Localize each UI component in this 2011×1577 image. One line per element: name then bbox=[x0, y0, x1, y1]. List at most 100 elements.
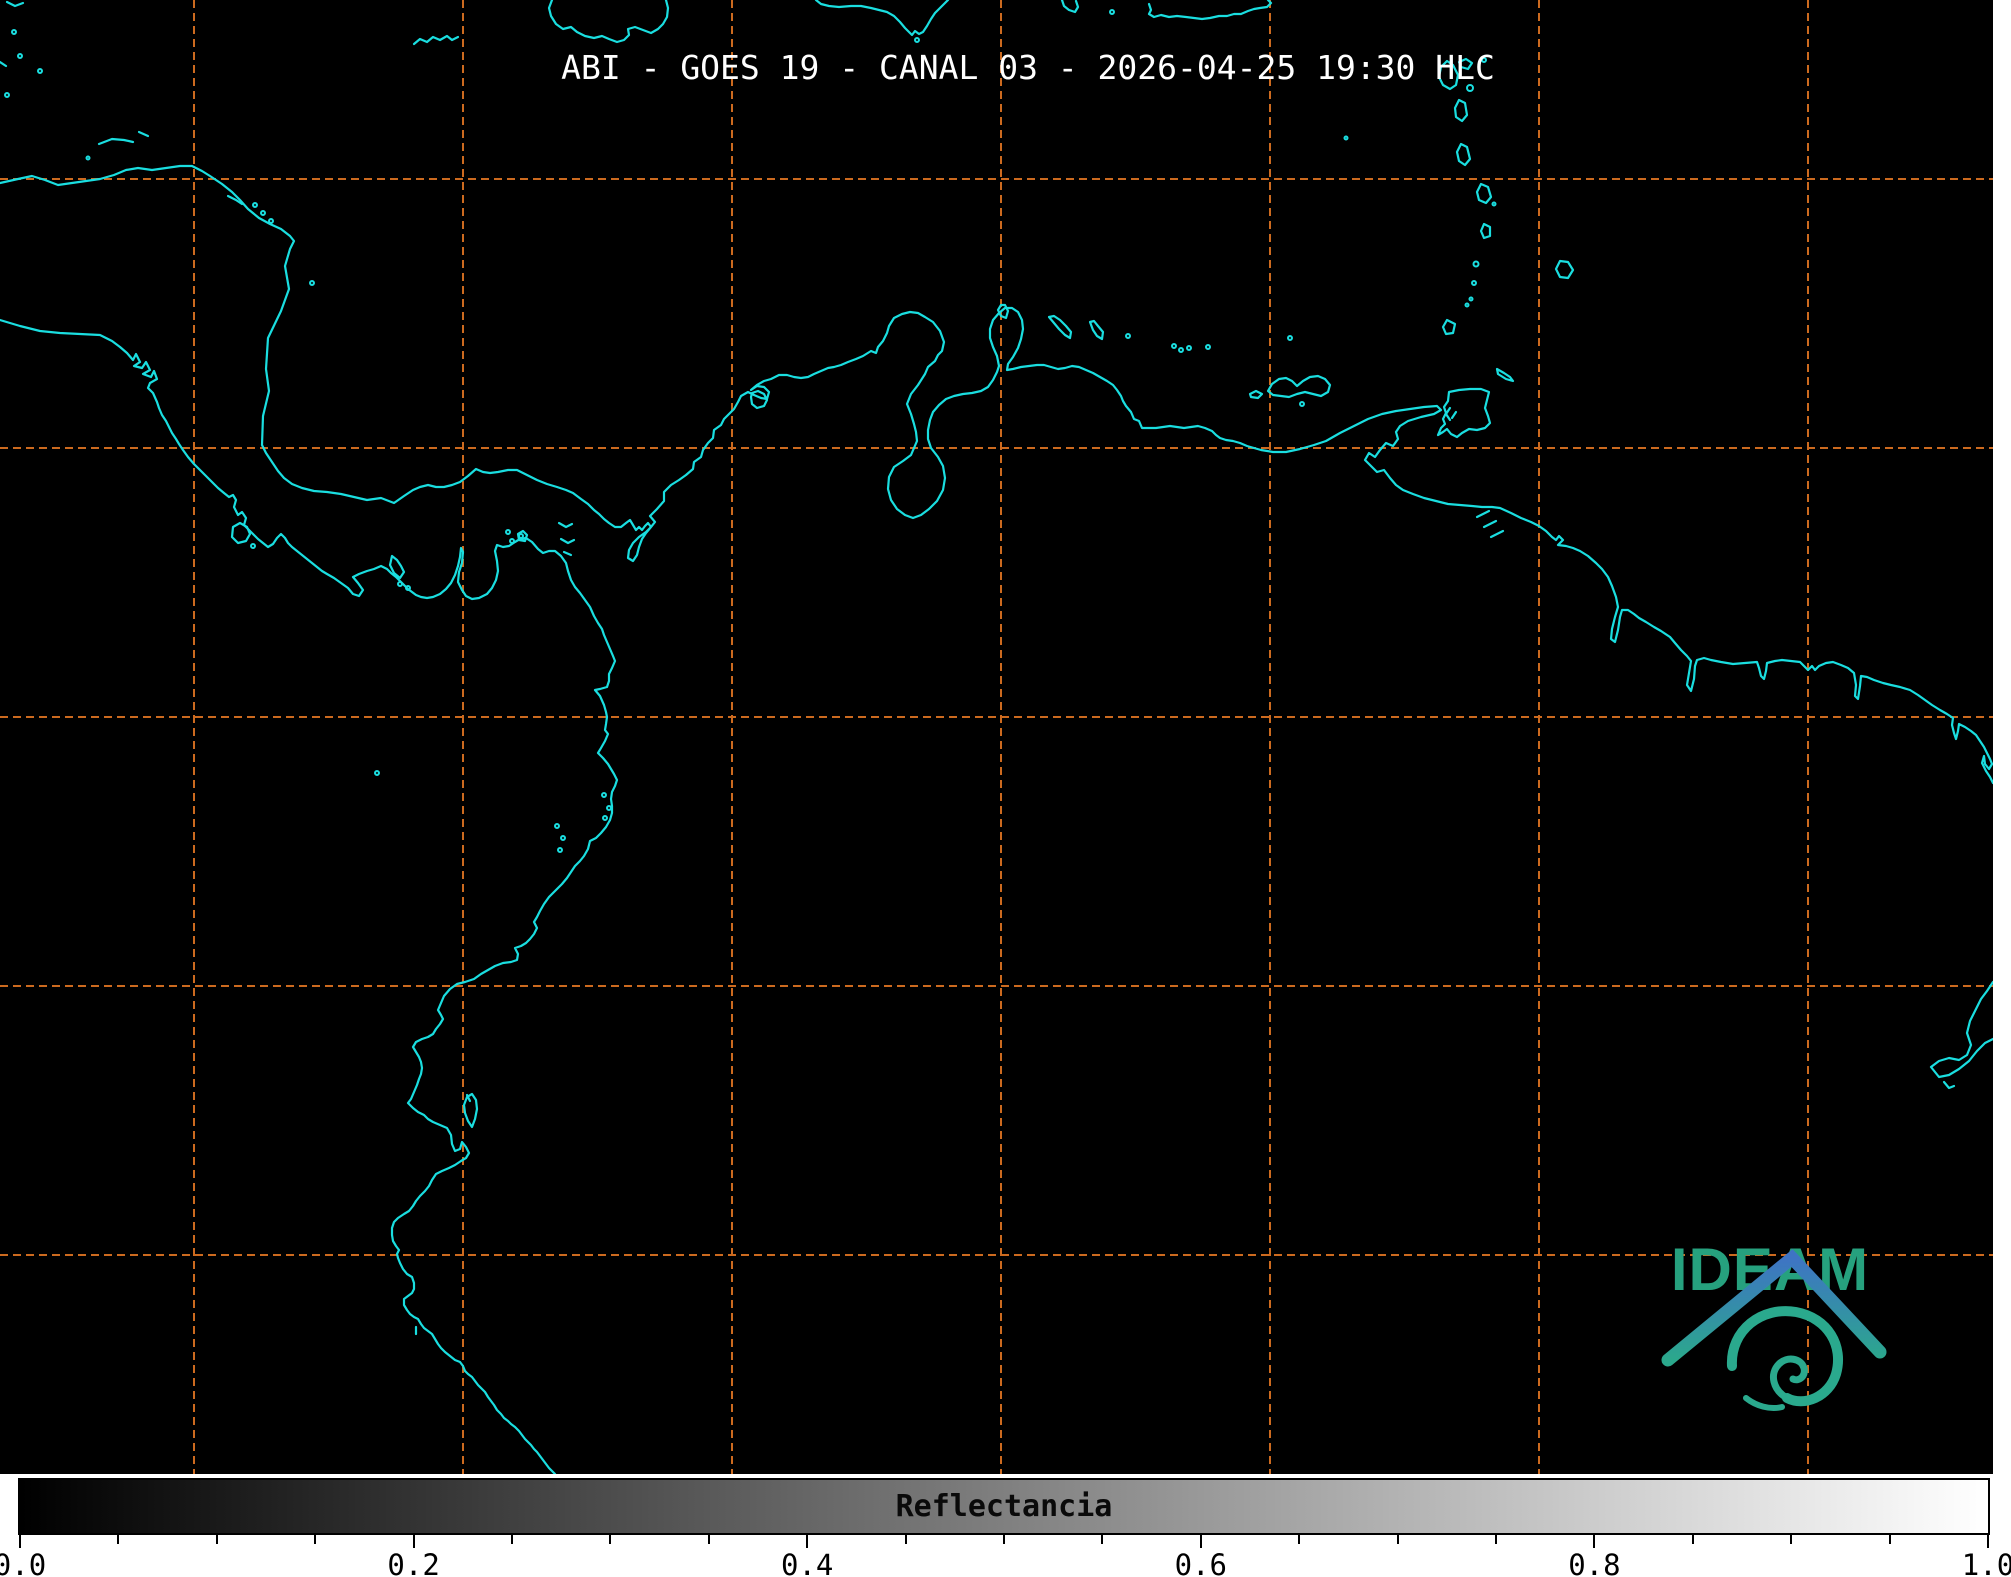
coastline bbox=[1457, 144, 1470, 165]
coastline bbox=[0, 62, 6, 66]
island-dot bbox=[510, 539, 514, 543]
coastline bbox=[1556, 261, 1573, 278]
island-dot bbox=[555, 824, 559, 828]
coastline bbox=[139, 132, 148, 136]
coastline bbox=[1491, 531, 1503, 537]
island-dot bbox=[87, 157, 90, 160]
hurricane-swirl-icon bbox=[1732, 1311, 1838, 1401]
coastline bbox=[1090, 321, 1103, 339]
island-dot bbox=[1493, 203, 1496, 206]
ideam-logo-graphic bbox=[1650, 1246, 1890, 1416]
colorbar-minor-tick bbox=[905, 1535, 907, 1544]
island-dot bbox=[269, 219, 273, 223]
coastline bbox=[99, 139, 133, 144]
island-dot bbox=[561, 836, 565, 840]
colorbar-tick-label: 0.2 bbox=[387, 1548, 439, 1577]
coastline bbox=[998, 305, 1008, 318]
island-dot bbox=[310, 281, 314, 285]
island-dot bbox=[375, 771, 379, 775]
colorbar-major-tick bbox=[1593, 1535, 1595, 1548]
island-dot bbox=[1470, 298, 1473, 301]
coastline bbox=[1455, 100, 1467, 121]
coastline bbox=[561, 539, 574, 543]
island-dot bbox=[1172, 344, 1176, 348]
island-dot bbox=[506, 530, 510, 534]
colorbar-minor-tick bbox=[1692, 1535, 1694, 1544]
island-dot bbox=[261, 211, 265, 215]
colorbar-major-tick bbox=[19, 1535, 21, 1548]
coastline bbox=[1268, 376, 1330, 397]
island-dot bbox=[607, 806, 611, 810]
colorbar-tick-label: 0.4 bbox=[781, 1548, 833, 1577]
colorbar-gradient: Reflectancia bbox=[18, 1478, 1990, 1535]
coastline bbox=[816, 0, 948, 35]
coastline bbox=[1443, 320, 1455, 334]
coastline bbox=[1446, 408, 1450, 420]
island-dot bbox=[1110, 10, 1114, 14]
colorbar-minor-tick bbox=[609, 1535, 611, 1544]
coastline bbox=[549, 0, 668, 42]
coastline bbox=[1944, 1082, 1954, 1088]
island-dot bbox=[251, 544, 255, 548]
colorbar-tick-label: 0.6 bbox=[1175, 1548, 1227, 1577]
coastline bbox=[0, 320, 617, 1474]
ideam-logo: IDEAM bbox=[1650, 1246, 1890, 1476]
colorbar-major-tick bbox=[1987, 1535, 1989, 1548]
island-dot bbox=[398, 582, 402, 586]
island-dot bbox=[38, 69, 42, 73]
island-dot bbox=[12, 30, 16, 34]
coastline bbox=[1149, 0, 1271, 19]
colorbar-tick-label: 0.8 bbox=[1568, 1548, 1620, 1577]
colorbar-minor-tick bbox=[1790, 1535, 1792, 1544]
hurricane-swirl-inner-icon bbox=[1773, 1359, 1804, 1398]
coastline bbox=[1477, 184, 1491, 203]
colorbar-minor-tick bbox=[1397, 1535, 1399, 1544]
colorbar-major-tick bbox=[1200, 1535, 1202, 1548]
satellite-map: ABI - GOES 19 - CANAL 03 - 2026-04-25 19… bbox=[0, 0, 1993, 1474]
island-dot bbox=[1345, 137, 1348, 140]
map-title: ABI - GOES 19 - CANAL 03 - 2026-04-25 19… bbox=[561, 48, 1495, 87]
island-dot bbox=[1474, 262, 1479, 267]
coastline bbox=[1049, 316, 1071, 338]
colorbar-minor-tick bbox=[1495, 1535, 1497, 1544]
island-dot bbox=[5, 93, 9, 97]
island-dot bbox=[1466, 304, 1469, 307]
hurricane-swirl-tail-icon bbox=[1746, 1398, 1782, 1408]
colorbar-label: Reflectancia bbox=[896, 1488, 1113, 1523]
colorbar-tick-label: 0.0 bbox=[0, 1548, 46, 1577]
colorbar-minor-tick bbox=[216, 1535, 218, 1544]
island-dot bbox=[1300, 402, 1304, 406]
colorbar-minor-tick bbox=[314, 1535, 316, 1544]
colorbar-tick-labels: 0.00.20.40.60.81.0 bbox=[20, 1548, 1988, 1577]
coastline bbox=[1931, 982, 1993, 1077]
island-dot bbox=[915, 38, 919, 42]
coastline bbox=[1481, 224, 1490, 238]
coastline bbox=[1250, 391, 1262, 398]
island-dot bbox=[18, 54, 22, 58]
coastline bbox=[564, 552, 571, 555]
colorbar-minor-tick bbox=[708, 1535, 710, 1544]
island-dot bbox=[1472, 281, 1476, 285]
island-dot bbox=[602, 793, 606, 797]
coastline bbox=[1477, 511, 1489, 517]
coastline bbox=[1062, 0, 1078, 12]
coastline bbox=[7, 2, 23, 6]
coastline bbox=[414, 36, 458, 44]
coastline bbox=[559, 523, 572, 527]
figure-canvas: ABI - GOES 19 - CANAL 03 - 2026-04-25 19… bbox=[0, 0, 2011, 1577]
colorbar-major-tick bbox=[413, 1535, 415, 1548]
coastline bbox=[464, 1094, 477, 1127]
colorbar-major-tick bbox=[806, 1535, 808, 1548]
colorbar-minor-tick bbox=[1101, 1535, 1103, 1544]
colorbar-minor-tick bbox=[1003, 1535, 1005, 1544]
colorbar-minor-tick bbox=[511, 1535, 513, 1544]
coastline bbox=[1484, 521, 1496, 527]
colorbar-minor-tick bbox=[117, 1535, 119, 1544]
island-dot bbox=[1288, 336, 1292, 340]
island-dot bbox=[519, 534, 523, 538]
coastline bbox=[1452, 412, 1456, 418]
island-dot bbox=[1206, 345, 1210, 349]
island-dot bbox=[1179, 348, 1183, 352]
coastline bbox=[0, 166, 1993, 783]
colorbar-tick-label: 1.0 bbox=[1962, 1548, 2011, 1577]
